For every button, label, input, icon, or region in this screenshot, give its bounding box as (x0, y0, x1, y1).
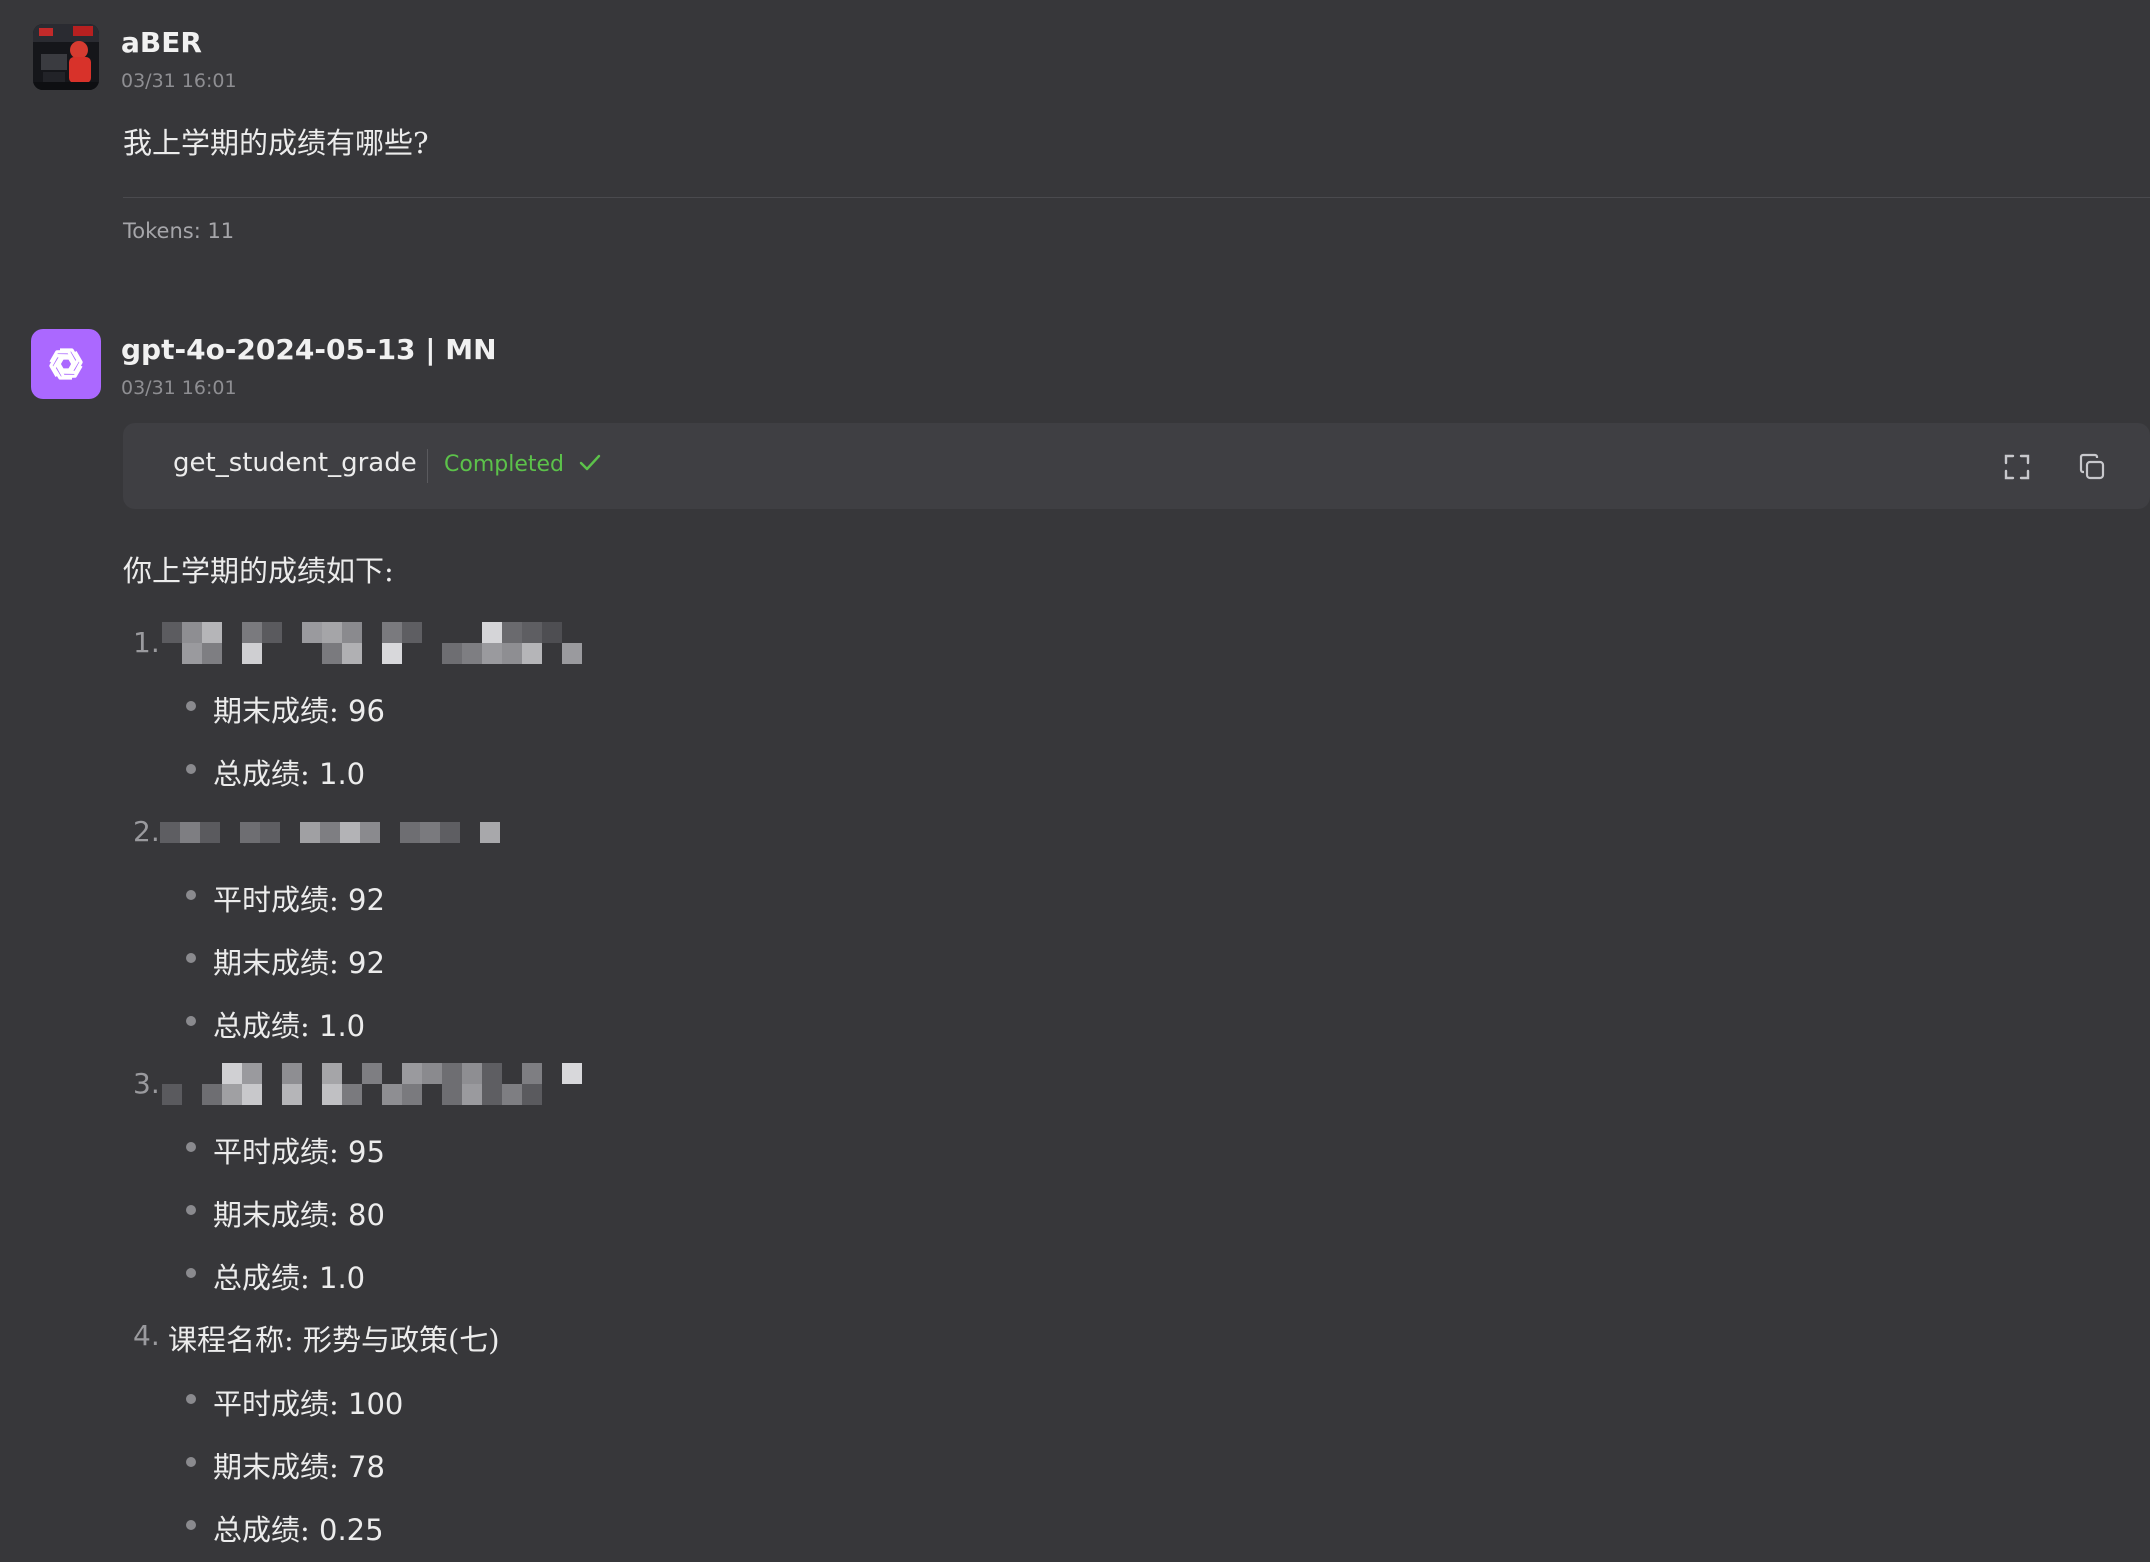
grade-value: 1.0 (319, 1261, 366, 1295)
grade-value: 100 (348, 1387, 404, 1421)
copy-icon[interactable] (2076, 451, 2108, 483)
course-title: 课程名称: 形势与政策(七) (168, 1323, 500, 1357)
grade-total: 总成绩: 1.0 (213, 1255, 365, 1297)
openai-logo-icon (49, 348, 83, 380)
grade-total: 总成绩: 0.25 (213, 1507, 384, 1549)
grade-label: 期末成绩: (213, 1198, 348, 1232)
course-number: 2. (133, 815, 160, 848)
grade-regular: 平时成绩: 100 (213, 1381, 403, 1423)
course-number: 3. (133, 1067, 160, 1100)
user-avatar-image (33, 24, 99, 90)
user-name: aBER (121, 26, 202, 59)
user-message-text: 我上学期的成绩有哪些? (123, 126, 429, 160)
bullet-icon (186, 953, 196, 963)
grade-value: 92 (348, 946, 385, 980)
grade-value: 95 (348, 1135, 385, 1169)
redacted-course-title (160, 822, 500, 843)
grade-final: 期末成绩: 80 (213, 1192, 385, 1234)
bullet-icon (186, 764, 196, 774)
bullet-icon (186, 1016, 196, 1026)
tool-call-name: get_student_grade (173, 448, 417, 478)
grade-value: 78 (348, 1450, 385, 1484)
grade-label: 期末成绩: (213, 1450, 348, 1484)
bullet-icon (186, 1457, 196, 1467)
grade-final: 期末成绩: 78 (213, 1444, 385, 1486)
tool-call-card[interactable]: get_student_grade Completed (123, 423, 2150, 509)
user-message-time: 03/31 16:01 (121, 70, 237, 92)
grade-total: 总成绩: 1.0 (213, 1003, 365, 1045)
grade-value: 96 (348, 694, 385, 728)
bullet-icon (186, 701, 196, 711)
bullet-icon (186, 1520, 196, 1530)
assistant-message-time: 03/31 16:01 (121, 377, 237, 399)
grade-label: 总成绩: (213, 757, 319, 791)
course-number: 1. (133, 626, 160, 659)
grade-value: 92 (348, 883, 385, 917)
grade-label: 总成绩: (213, 1513, 319, 1547)
bullet-icon (186, 1394, 196, 1404)
chat-view: aBER 03/31 16:01 我上学期的成绩有哪些? Tokens: 11 … (0, 0, 2150, 1562)
expand-icon[interactable] (2001, 451, 2033, 483)
course-number: 4. (133, 1319, 160, 1352)
grade-value: 80 (348, 1198, 385, 1232)
bullet-icon (186, 1142, 196, 1152)
token-count: Tokens: 11 (123, 219, 235, 243)
assistant-model-name: gpt-4o-2024-05-13 | MN (121, 333, 497, 366)
tool-call-status: Completed (444, 452, 601, 477)
grade-regular: 平时成绩: 95 (213, 1129, 385, 1171)
grade-final: 期末成绩: 96 (213, 688, 385, 730)
grade-value: 0.25 (319, 1513, 384, 1547)
assistant-avatar[interactable] (31, 329, 101, 399)
grade-label: 总成绩: (213, 1009, 319, 1043)
grade-value: 1.0 (319, 757, 366, 791)
grade-label: 平时成绩: (213, 883, 348, 917)
grade-label: 总成绩: (213, 1261, 319, 1295)
bullet-icon (186, 890, 196, 900)
redacted-course-title (162, 1063, 582, 1105)
grade-label: 期末成绩: (213, 694, 348, 728)
grade-label: 平时成绩: (213, 1135, 348, 1169)
grade-value: 1.0 (319, 1009, 366, 1043)
tool-call-separator (427, 449, 428, 483)
check-icon (579, 454, 601, 471)
grade-label: 期末成绩: (213, 946, 348, 980)
bullet-icon (186, 1205, 196, 1215)
redacted-course-title (162, 622, 582, 664)
bullet-icon (186, 1268, 196, 1278)
user-avatar[interactable] (33, 24, 99, 90)
grade-label: 平时成绩: (213, 1387, 348, 1421)
message-divider (123, 197, 2150, 198)
grade-regular: 平时成绩: 92 (213, 877, 385, 919)
grade-final: 期末成绩: 92 (213, 940, 385, 982)
grade-total: 总成绩: 1.0 (213, 751, 365, 793)
answer-intro: 你上学期的成绩如下: (123, 554, 394, 588)
tool-call-status-label: Completed (444, 452, 564, 477)
